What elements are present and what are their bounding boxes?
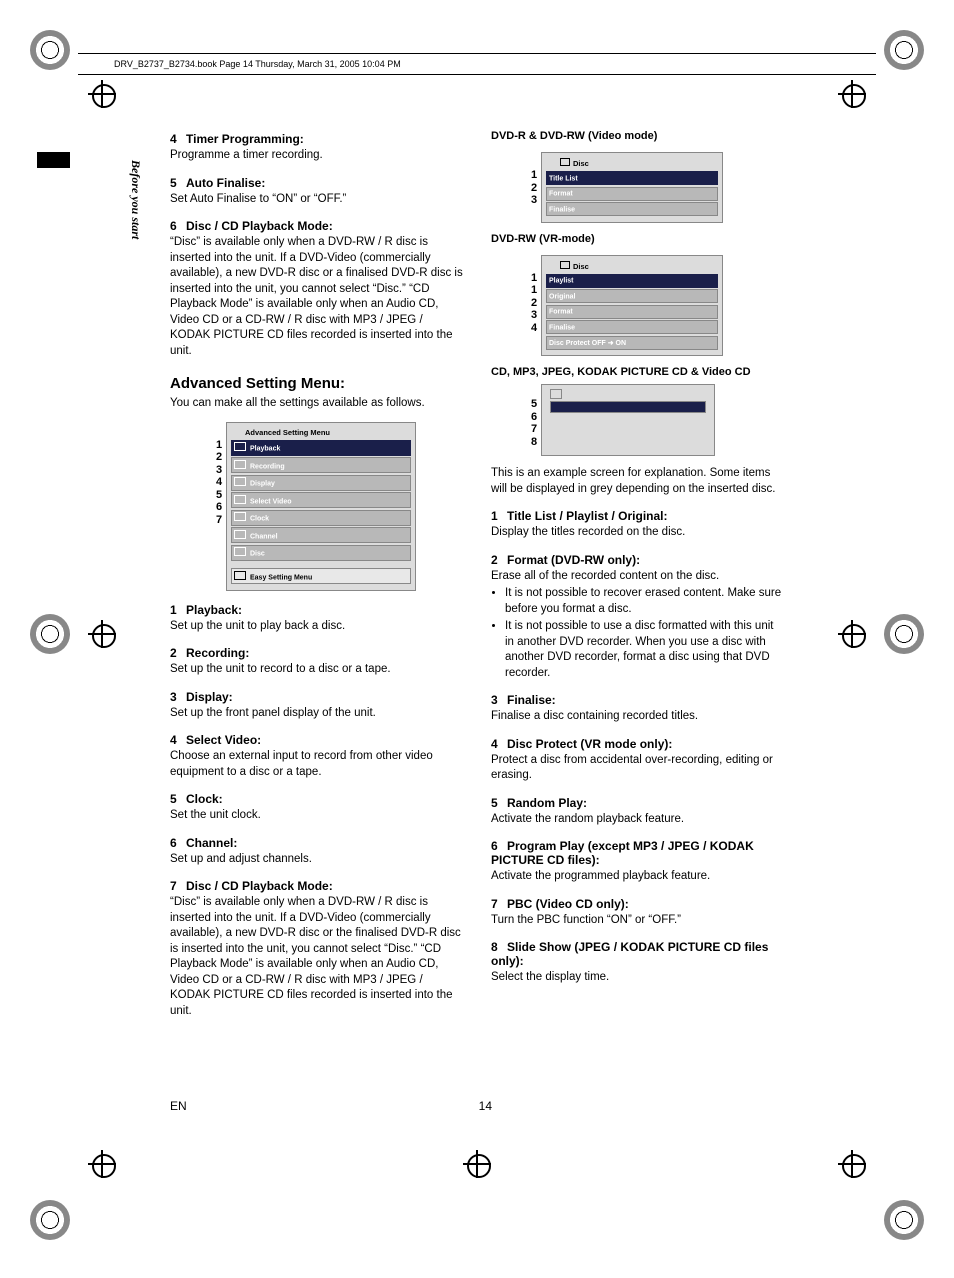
- section-heading: Advanced Setting Menu:: [170, 375, 463, 392]
- heading-item: 2Format (DVD-RW only):: [491, 553, 784, 567]
- channel-icon: [234, 530, 246, 539]
- menu-row: Title List: [546, 171, 718, 185]
- menu-row: Playlist: [546, 274, 718, 288]
- recording-icon: [234, 460, 246, 469]
- body-text: Turn the PBC function “ON” or “OFF.”: [491, 913, 784, 929]
- menu-row: Display: [231, 475, 411, 491]
- body-text: Choose an external input to record from …: [170, 749, 463, 780]
- heading-item: 6Program Play (except MP3 / JPEG / KODAK…: [491, 839, 784, 867]
- menu-numbers: 11234: [531, 272, 537, 335]
- menu-cd-blank: 5678: [541, 384, 715, 456]
- menu-row: Clock: [231, 510, 411, 526]
- display-icon: [234, 477, 246, 486]
- body-text: Set up and adjust channels.: [170, 852, 463, 868]
- heading-auto-finalise: 5Auto Finalise:: [170, 176, 463, 190]
- video-icon: [234, 495, 246, 504]
- body-text: Display the titles recorded on the disc.: [491, 525, 784, 541]
- heading-item: 8Slide Show (JPEG / KODAK PICTURE CD fil…: [491, 940, 784, 968]
- heading-item: 1Title List / Playlist / Original:: [491, 509, 784, 523]
- menu-title: Disc: [546, 157, 718, 171]
- body-text: “Disc” is available only when a DVD-RW /…: [170, 895, 463, 1019]
- page-footer: EN 14: [170, 1099, 784, 1113]
- body-text: Programme a timer recording.: [170, 148, 463, 164]
- menu-title: Disc: [546, 260, 718, 274]
- body-text: Set the unit clock.: [170, 808, 463, 824]
- heading-item: 2Recording:: [170, 646, 463, 660]
- menu-row: Select Video: [231, 492, 411, 508]
- menu-row: Recording: [231, 457, 411, 473]
- menu-row: Disc: [231, 545, 411, 561]
- heading-item: 3Finalise:: [491, 693, 784, 707]
- body-text: Set up the unit to play back a disc.: [170, 619, 463, 635]
- bullet-list: It is not possible to recover erased con…: [491, 586, 784, 681]
- menu-row: Format: [546, 305, 718, 319]
- menu-disc-vr: 11234 Disc Playlist Original Format Fina…: [541, 255, 723, 357]
- heading-item: 5Clock:: [170, 792, 463, 806]
- body-text: “Disc” is available only when a DVD-RW /…: [170, 235, 463, 359]
- disc-icon: [560, 261, 570, 269]
- heading-item: 4Disc Protect (VR mode only):: [491, 737, 784, 751]
- bullet-item: It is not possible to use a disc formatt…: [505, 619, 784, 681]
- heading-item: 5Random Play:: [491, 796, 784, 810]
- heading-item: 7Disc / CD Playback Mode:: [170, 879, 463, 893]
- bullet-item: It is not possible to recover erased con…: [505, 586, 784, 617]
- body-text: Set up the front panel display of the un…: [170, 706, 463, 722]
- playback-icon: [550, 389, 562, 399]
- menu-advanced-setting: 1234567 Advanced Setting Menu Playback R…: [226, 422, 416, 591]
- menu-row: Easy Setting Menu: [231, 568, 411, 584]
- menu-row: Original: [546, 289, 718, 303]
- menu-row: Disc Protect OFF ➜ ON: [546, 336, 718, 350]
- body-text: Finalise a disc containing recorded titl…: [491, 709, 784, 725]
- menu-row: Finalise: [546, 202, 718, 216]
- subhead: DVD-RW (VR-mode): [491, 233, 784, 245]
- body-text: Set up the unit to record to a disc or a…: [170, 662, 463, 678]
- menu-row: [550, 401, 706, 413]
- subhead: CD, MP3, JPEG, KODAK PICTURE CD & Video …: [491, 366, 784, 378]
- heading-item: 7PBC (Video CD only):: [491, 897, 784, 911]
- heading-item: 3Display:: [170, 690, 463, 704]
- heading-timer: 4Timer Programming:: [170, 132, 463, 146]
- menu-disc-video: 123 Disc Title List Format Finalise: [541, 152, 723, 223]
- heading-item: 4Select Video:: [170, 733, 463, 747]
- menu-title: Advanced Setting Menu: [231, 427, 411, 440]
- easy-icon: [234, 571, 246, 580]
- menu-row: Format: [546, 187, 718, 201]
- menu-row: Playback: [231, 440, 411, 456]
- menu-numbers: 123: [531, 169, 537, 207]
- left-column: 4Timer Programming: Programme a timer re…: [170, 120, 463, 1019]
- body-text: You can make all the settings available …: [170, 396, 463, 412]
- body-text: Erase all of the recorded content on the…: [491, 569, 784, 585]
- reg-mark: [30, 1200, 70, 1240]
- subhead: DVD-R & DVD-RW (Video mode): [491, 130, 784, 142]
- heading-disc-cd: 6Disc / CD Playback Mode:: [170, 219, 463, 233]
- body-text: Protect a disc from accidental over-reco…: [491, 753, 784, 784]
- disc-icon: [234, 547, 246, 556]
- body-text: Activate the random playback feature.: [491, 812, 784, 828]
- body-text: Select the display time.: [491, 970, 784, 986]
- clock-icon: [234, 512, 246, 521]
- reg-mark: [884, 1200, 924, 1240]
- menu-row: Finalise: [546, 320, 718, 334]
- footer-page-number: 14: [479, 1099, 492, 1113]
- playback-icon: [234, 442, 246, 451]
- body-text: This is an example screen for explanatio…: [491, 466, 784, 497]
- body-text: Activate the programmed playback feature…: [491, 869, 784, 885]
- heading-item: 1Playback:: [170, 603, 463, 617]
- menu-numbers: 1234567: [216, 439, 222, 527]
- disc-icon: [560, 158, 570, 166]
- body-text: Set Auto Finalise to “ON” or “OFF.”: [170, 192, 463, 208]
- menu-numbers: 5678: [531, 398, 537, 448]
- heading-item: 6Channel:: [170, 836, 463, 850]
- footer-lang: EN: [170, 1099, 187, 1113]
- menu-row: Channel: [231, 527, 411, 543]
- right-column: DVD-R & DVD-RW (Video mode) 123 Disc Tit…: [491, 120, 784, 1019]
